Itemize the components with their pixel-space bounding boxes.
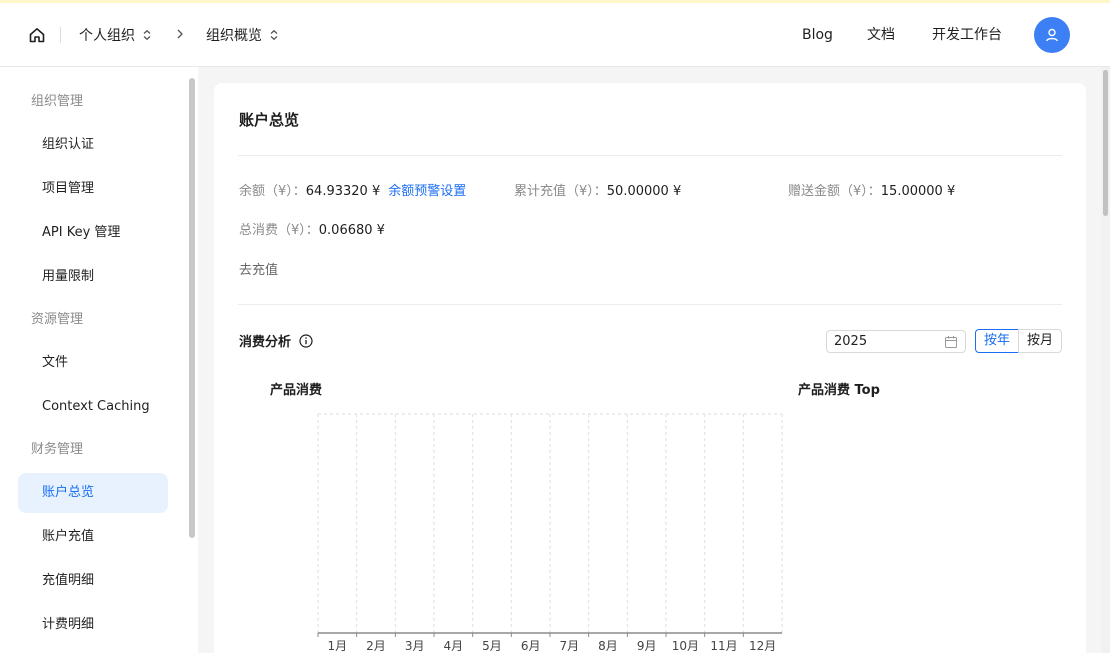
analysis-title: 消费分析 <box>239 331 313 350</box>
by-month-toggle[interactable]: 按月 <box>1018 329 1062 353</box>
gift-stat: 赠送金额（¥）：15.00000 ¥ <box>788 182 955 202</box>
product-spend-title: 产品消费 <box>270 383 323 398</box>
year-picker[interactable]: 2025 <box>826 330 966 353</box>
sidebar-scrollbar[interactable] <box>189 78 195 538</box>
gift-label: 赠送金额（¥）： <box>788 184 881 199</box>
chevron-updown-icon <box>143 29 151 41</box>
analysis-title-text: 消费分析 <box>239 335 292 350</box>
sidebar-group-resources: 资源管理 <box>31 312 84 327</box>
recharge-total-value: 50.00000 ¥ <box>606 184 682 199</box>
balance-alert-link[interactable]: 余额预警设置 <box>388 184 466 199</box>
sidebar-item-api-keys[interactable]: API Key 管理 <box>18 213 168 253</box>
chart-x-tick-label: 2月 <box>366 639 386 653</box>
chart-x-tick-label: 12月 <box>749 639 776 653</box>
recharge-link[interactable]: 去充值 <box>239 259 278 278</box>
sidebar-item-recharge-details[interactable]: 充值明细 <box>18 561 168 601</box>
total-spend-value: 0.06680 ¥ <box>318 223 385 238</box>
sidebar-item-recharge[interactable]: 账户充值 <box>18 517 168 557</box>
chart-x-tick-label: 6月 <box>521 639 541 653</box>
breadcrumb-org-select[interactable]: 个人组织 <box>79 25 153 45</box>
chart-x-tick-label: 9月 <box>637 639 657 653</box>
sidebar-item-usage-limits[interactable]: 用量限制 <box>18 257 168 297</box>
nav-blog-link[interactable]: Blog <box>802 25 833 45</box>
recharge-total-stat: 累计充值（¥）：50.00000 ¥ <box>514 182 681 202</box>
sidebar-group-org: 组织管理 <box>31 94 84 109</box>
home-icon[interactable] <box>28 26 46 44</box>
year-picker-value: 2025 <box>834 334 868 349</box>
calendar-icon <box>945 336 957 348</box>
sidebar: 组织管理 组织认证 项目管理 API Key 管理 用量限制 资源管理 文件 C… <box>0 67 198 653</box>
chart-x-tick-label: 1月 <box>328 639 348 653</box>
chart-x-tick-label: 4月 <box>444 639 464 653</box>
breadcrumb-org-label: 个人组织 <box>79 28 135 44</box>
balance-label: 余额（¥）： <box>239 184 306 199</box>
top-header: 个人组织 组织概览 Blog 文档 开发工作台 <box>0 3 1110 67</box>
breadcrumb-page-select[interactable]: 组织概览 <box>206 25 280 45</box>
avatar[interactable] <box>1034 17 1070 53</box>
user-icon <box>1046 28 1058 42</box>
divider <box>238 304 1062 305</box>
chart-x-tick-label: 5月 <box>482 639 502 653</box>
total-spend-label: 总消费（¥）： <box>239 223 319 238</box>
sidebar-item-context-caching[interactable]: Context Caching <box>18 387 168 427</box>
by-year-toggle[interactable]: 按年 <box>975 329 1019 353</box>
balance-stat: 余额（¥）：64.93320 ¥ 余额预警设置 <box>239 182 466 202</box>
product-spend-chart: 1月 2月 3月 4月 5月 6月 7月 8月 9月 10月 11月 12月 <box>317 413 783 653</box>
nav-console-link[interactable]: 开发工作台 <box>932 25 1002 45</box>
recharge-total-label: 累计充值（¥）： <box>514 184 607 199</box>
chart-x-tick-label: 10月 <box>672 639 699 653</box>
sidebar-item-billing-details[interactable]: 计费明细 <box>18 605 168 645</box>
chart-x-tick-label: 3月 <box>405 639 425 653</box>
nav-docs-link[interactable]: 文档 <box>867 25 895 45</box>
total-spend-stat: 总消费（¥）：0.06680 ¥ <box>239 221 385 241</box>
chevron-updown-icon <box>270 29 278 41</box>
breadcrumb-page-label: 组织概览 <box>206 28 262 44</box>
chart-x-tick-label: 7月 <box>560 639 580 653</box>
chevron-right-icon <box>177 29 183 39</box>
sidebar-item-org-verify[interactable]: 组织认证 <box>18 125 168 165</box>
header-divider <box>60 27 61 43</box>
sidebar-item-files[interactable]: 文件 <box>18 343 168 383</box>
chart-x-tick-label: 8月 <box>598 639 618 653</box>
page-scrollbar-thumb[interactable] <box>1103 70 1108 216</box>
balance-value: 64.93320 ¥ <box>305 184 381 199</box>
page-title: 账户总览 <box>239 111 300 129</box>
account-overview-card: 账户总览 余额（¥）：64.93320 ¥ 余额预警设置 累计充值（¥）：50.0… <box>214 83 1086 653</box>
product-top-title: 产品消费 Top <box>798 383 880 398</box>
sidebar-item-account-overview[interactable]: 账户总览 <box>18 473 168 513</box>
chart-x-tick-label: 11月 <box>710 639 737 653</box>
info-icon[interactable] <box>299 333 313 348</box>
divider <box>238 155 1062 156</box>
sidebar-group-finance: 财务管理 <box>31 442 84 457</box>
gift-value: 15.00000 ¥ <box>880 184 956 199</box>
sidebar-item-projects[interactable]: 项目管理 <box>18 169 168 209</box>
